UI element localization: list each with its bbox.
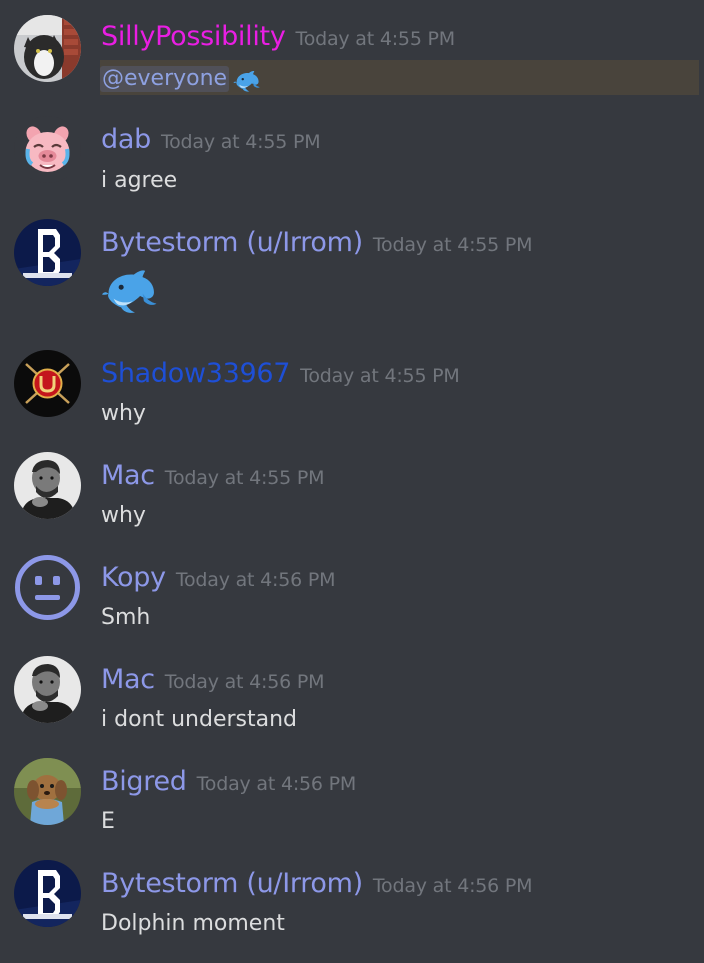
neutral-face-avatar[interactable] [14,554,81,621]
message-text: i agree [101,168,178,193]
message-text: Dolphin moment [101,911,285,936]
bytestorm-logo-avatar[interactable] [14,219,81,286]
bytestorm-logo-avatar[interactable] [14,860,81,927]
dolphin-emoji-icon [102,270,157,313]
shadow-emblem-avatar[interactable] [14,350,81,417]
username[interactable]: Mac [101,664,155,695]
timestamp: Today at 4:55 PM [160,131,321,153]
cat-photo-avatar[interactable] [14,15,81,82]
timestamp: Today at 4:55 PM [372,234,533,256]
bw-portrait-avatar[interactable] [14,656,81,723]
timestamp: Today at 4:56 PM [196,773,357,795]
dolphin-emoji-icon [233,70,260,92]
timestamp: Today at 4:56 PM [164,671,325,693]
username[interactable]: Mac [101,460,155,491]
timestamp: Today at 4:55 PM [164,467,325,489]
username[interactable]: SillyPossibility [101,21,286,52]
message-text: E [101,809,115,834]
username[interactable]: dab [101,124,151,155]
timestamp: Today at 4:56 PM [372,875,533,897]
bw-portrait-avatar[interactable] [14,452,81,519]
timestamp: Today at 4:55 PM [300,365,460,387]
username[interactable]: Bigred [101,766,187,797]
message-text: Smh [101,605,151,630]
message-text: why [101,401,146,426]
mention-highlight: @everyone [100,60,699,95]
username[interactable]: Kopy [101,562,166,593]
dog-photo-avatar[interactable] [14,758,81,825]
username[interactable]: Shadow33967 [101,358,290,389]
username[interactable]: Bytestorm (u/Irrom) [101,227,363,258]
username[interactable]: Bytestorm (u/Irrom) [101,868,363,899]
message-text: why [101,503,146,528]
timestamp: Today at 4:56 PM [175,569,336,591]
timestamp: Today at 4:55 PM [295,28,456,50]
everyone-mention[interactable]: @everyone [100,66,230,92]
crying-pig-avatar[interactable] [14,116,81,183]
message-text: i dont understand [101,707,298,732]
